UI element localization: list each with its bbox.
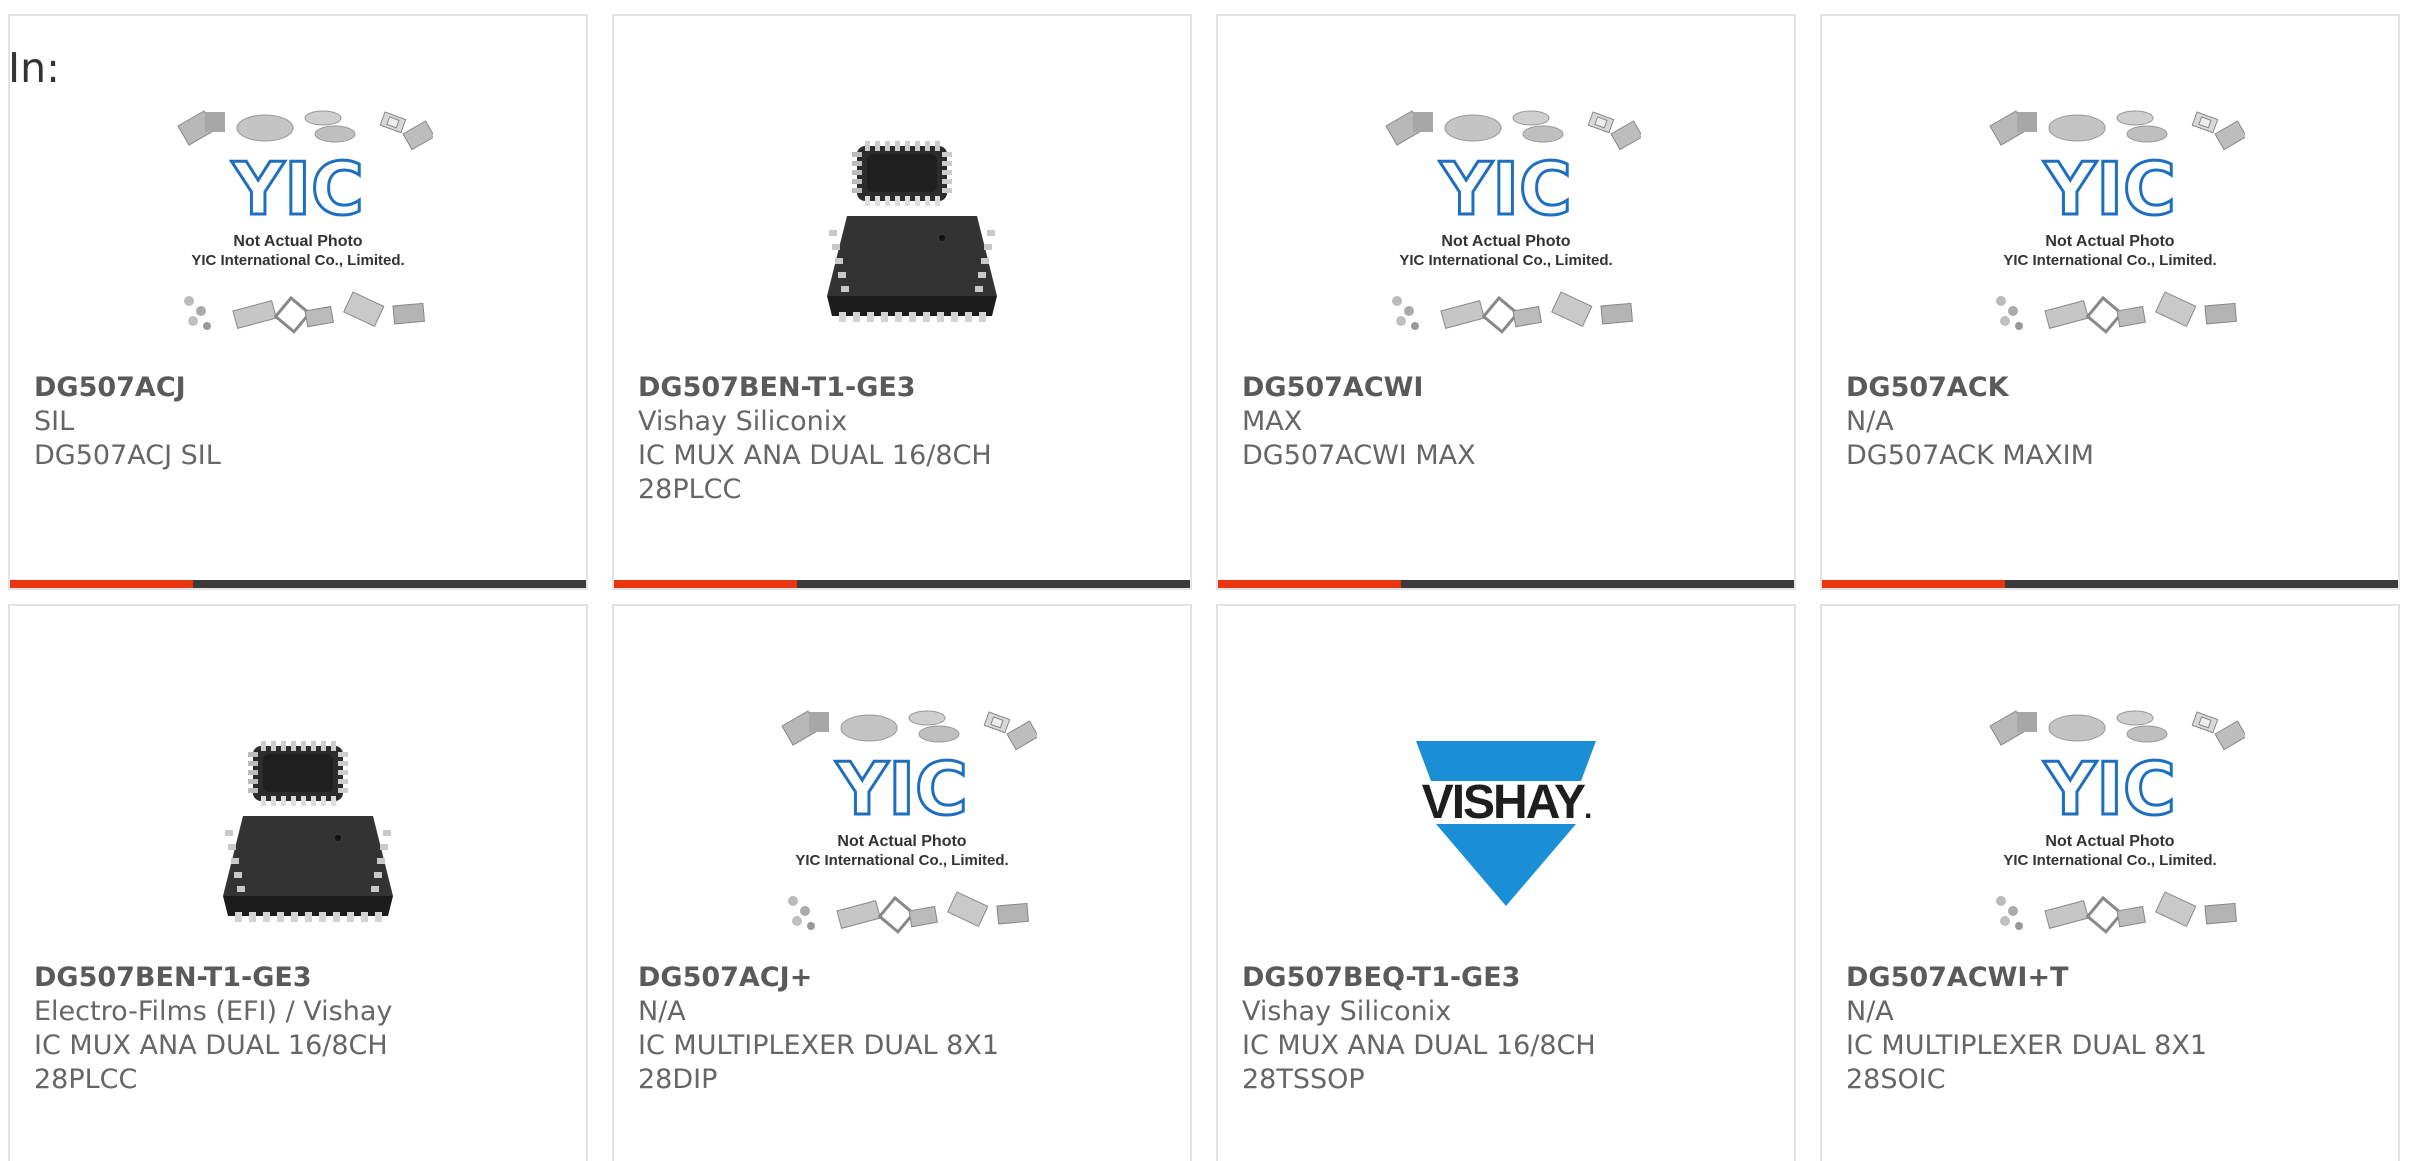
yic-placeholder-image: YIC Not Actual Photo YIC International Co.… (1989, 110, 2245, 334)
placeholder-line-1: Not Actual Photo (2045, 233, 2174, 250)
part-number[interactable]: DG507BEQ-T1-GE3 (1242, 961, 1782, 995)
product-line-1: N/A (1846, 996, 1894, 1027)
product-info: DG507BEN-T1-GE3 Vishay Siliconix IC MUX … (638, 371, 1178, 507)
product-line-2: IC MUX ANA DUAL 16/8CH (638, 440, 992, 471)
part-number[interactable]: DG507ACK (1846, 371, 2386, 405)
part-number[interactable]: DG507ACJ+ (638, 961, 1178, 995)
part-number[interactable]: DG507BEN-T1-GE3 (34, 961, 574, 995)
product-card-4[interactable]: YIC Not Actual Photo YIC International Co.… (1820, 14, 2400, 590)
yic-placeholder-image: YIC Not Actual Photo YIC International Co.… (1385, 110, 1641, 334)
product-image[interactable]: YIC Not Actual Photo YIC International Co.… (1218, 91, 1794, 361)
product-info: DG507ACWI+T N/A IC MULTIPLEXER DUAL 8X1 … (1846, 961, 2386, 1097)
product-line-1: N/A (638, 996, 686, 1027)
product-line-2: IC MUX ANA DUAL 16/8CH (34, 1030, 388, 1061)
product-line-3: 28PLCC (638, 474, 742, 505)
product-info: DG507ACJ SIL DG507ACJ SIL (34, 371, 574, 473)
yic-placeholder-image: YIC Not Actual Photo YIC International Co.… (1989, 710, 2245, 934)
placeholder-line-2: YIC International Co., Limited. (2003, 852, 2216, 869)
product-image[interactable]: YIC Not Actual Photo YIC International Co.… (1822, 91, 2398, 361)
product-card-5[interactable]: DG507BEN-T1-GE3 Electro-Films (EFI) / Vi… (8, 604, 588, 1161)
placeholder-line-2: YIC International Co., Limited. (795, 852, 1008, 869)
product-image[interactable]: YIC Not Actual Photo YIC International Co.… (10, 91, 586, 361)
product-line-1: MAX (1242, 406, 1303, 437)
product-line-3: 28DIP (638, 1064, 718, 1095)
vishay-logo-image: VISHAY. (1416, 741, 1596, 906)
product-card-6[interactable]: YIC Not Actual Photo YIC International Co.… (612, 604, 1192, 1161)
card-bar-accent (614, 580, 797, 588)
product-card-8[interactable]: YIC Not Actual Photo YIC International Co.… (1820, 604, 2400, 1161)
card-bottom-bar (10, 580, 586, 588)
card-bar-accent (1822, 580, 2005, 588)
product-card-2[interactable]: DG507BEN-T1-GE3 Vishay Siliconix IC MUX … (612, 14, 1192, 590)
yic-placeholder-image: YIC Not Actual Photo YIC International Co.… (177, 110, 433, 334)
product-info: DG507ACK N/A DG507ACK MAXIM (1846, 371, 2386, 473)
yic-logo: YIC (2043, 747, 2176, 831)
yic-logo: YIC (231, 147, 364, 231)
placeholder-line-2: YIC International Co., Limited. (2003, 252, 2216, 269)
card-bar-accent (10, 580, 193, 588)
product-line-2: DG507ACK MAXIM (1846, 440, 2094, 471)
placeholder-line-1: Not Actual Photo (233, 233, 362, 250)
product-line-3: 28SOIC (1846, 1064, 1946, 1095)
yic-logo: YIC (2043, 147, 2176, 231)
product-card-7[interactable]: VISHAY. DG507BEQ-T1-GE3 Vishay Siliconix… (1216, 604, 1796, 1161)
product-line-1: N/A (1846, 406, 1894, 437)
product-info: DG507ACWI MAX DG507ACWI MAX (1242, 371, 1782, 473)
product-card-1[interactable]: YIC Not Actual Photo YIC International Co.… (8, 14, 588, 590)
product-image[interactable] (614, 91, 1190, 361)
yic-logo: YIC (835, 747, 968, 831)
product-line-3: 28TSSOP (1242, 1064, 1365, 1095)
product-line-3: 28PLCC (34, 1064, 138, 1095)
filter-label: In: (8, 44, 60, 92)
card-bottom-bar (614, 580, 1190, 588)
product-line-2: DG507ACJ SIL (34, 440, 221, 471)
plcc-chip-image (223, 741, 393, 922)
part-number[interactable]: DG507ACWI+T (1846, 961, 2386, 995)
product-image[interactable]: YIC Not Actual Photo YIC International Co.… (1822, 691, 2398, 961)
product-line-1: SIL (34, 406, 75, 437)
card-bottom-bar (1822, 580, 2398, 588)
product-info: DG507BEN-T1-GE3 Electro-Films (EFI) / Vi… (34, 961, 574, 1097)
part-number[interactable]: DG507ACWI (1242, 371, 1782, 405)
placeholder-line-1: Not Actual Photo (2045, 833, 2174, 850)
yic-logo: YIC (1439, 147, 1572, 231)
product-line-1: Electro-Films (EFI) / Vishay (34, 996, 393, 1027)
product-line-1: Vishay Siliconix (638, 406, 848, 437)
product-line-1: Vishay Siliconix (1242, 996, 1452, 1027)
product-image[interactable] (10, 691, 586, 961)
card-bar-accent (1218, 580, 1401, 588)
product-info: DG507ACJ+ N/A IC MULTIPLEXER DUAL 8X1 28… (638, 961, 1178, 1097)
plcc-chip-image (827, 141, 997, 322)
product-image[interactable]: YIC Not Actual Photo YIC International Co.… (614, 691, 1190, 961)
part-number[interactable]: DG507ACJ (34, 371, 574, 405)
yic-placeholder-image: YIC Not Actual Photo YIC International Co.… (781, 710, 1037, 934)
product-info: DG507BEQ-T1-GE3 Vishay Siliconix IC MUX … (1242, 961, 1782, 1097)
placeholder-line-1: Not Actual Photo (1441, 233, 1570, 250)
product-image[interactable]: VISHAY. (1218, 691, 1794, 961)
product-line-2: DG507ACWI MAX (1242, 440, 1476, 471)
product-line-2: IC MULTIPLEXER DUAL 8X1 (638, 1030, 1000, 1061)
product-card-3[interactable]: YIC Not Actual Photo YIC International Co.… (1216, 14, 1796, 590)
placeholder-line-2: YIC International Co., Limited. (1399, 252, 1612, 269)
vishay-logo-text: VISHAY. (1422, 776, 1591, 829)
part-number[interactable]: DG507BEN-T1-GE3 (638, 371, 1178, 405)
placeholder-line-2: YIC International Co., Limited. (191, 252, 404, 269)
product-line-2: IC MUX ANA DUAL 16/8CH (1242, 1030, 1596, 1061)
placeholder-line-1: Not Actual Photo (837, 833, 966, 850)
product-line-2: IC MULTIPLEXER DUAL 8X1 (1846, 1030, 2208, 1061)
card-bottom-bar (1218, 580, 1794, 588)
